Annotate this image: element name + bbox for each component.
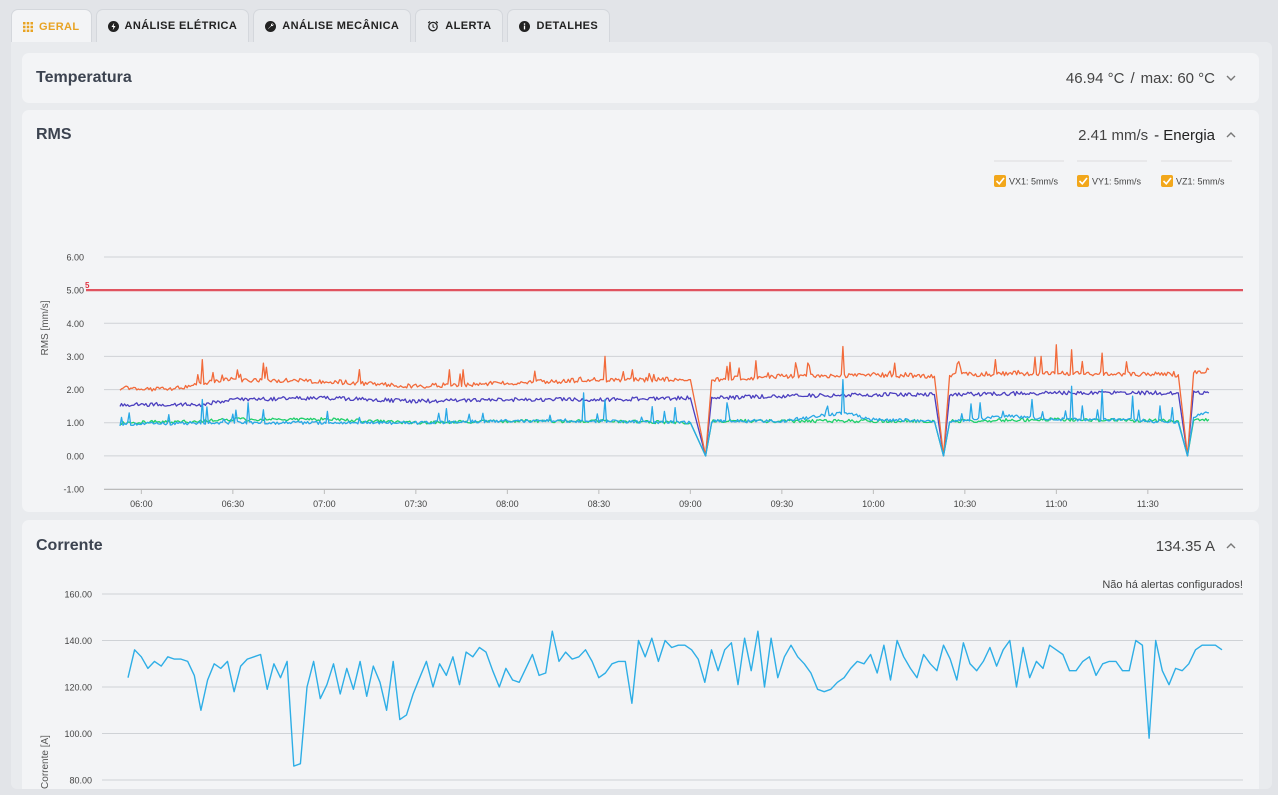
x-tick-label: 10:30: [954, 499, 977, 509]
x-tick-label: 08:00: [496, 499, 519, 509]
wrench-circle-icon: [265, 20, 277, 32]
x-tick-label: 11:00: [1045, 499, 1067, 509]
current-y-ticks: 160.00 140.00 120.00 100.00 80.00: [64, 590, 92, 786]
checkbox-label: VZ1: 5mm/s: [1176, 177, 1225, 187]
tab-alerta[interactable]: ALERTA: [415, 9, 504, 42]
current-header[interactable]: Corrente 134.35 A: [22, 520, 1259, 572]
tab-label: GERAL: [39, 20, 80, 33]
tab-label: ANÁLISE ELÉTRICA: [124, 20, 238, 32]
rms-threshold: 5: [85, 281, 1243, 292]
threshold-label: 5: [85, 281, 90, 290]
temperature-max: max: 60 °C: [1140, 69, 1215, 87]
x-tick-label: 07:00: [313, 499, 336, 509]
y-tick-label: 140.00: [64, 636, 92, 646]
grid-icon: [23, 21, 33, 32]
y-tick-label: 80.00: [69, 776, 92, 786]
tab-content-geral: Temperatura 46.94 °C / max: 60 °C RMS 2.…: [11, 42, 1272, 789]
x-tick-label: 08:30: [588, 499, 611, 509]
x-tick-label: 11:30: [1137, 499, 1159, 509]
rms-chart: VX1: 5mm/s VY1: 5mm/s VZ1: 5mm/s 6.00 5.0…: [40, 160, 1243, 509]
y-tick-label: 120.00: [64, 683, 92, 693]
rms-suffix: - Energia: [1154, 126, 1215, 144]
y-tick-label: -1.00: [63, 485, 84, 495]
x-tick-label: 09:00: [679, 499, 702, 509]
series-line-rms-z: [120, 417, 1210, 457]
tab-bar: GERAL ANÁLISE ELÉTRICA ANÁLISE MECÂNICA …: [11, 9, 611, 43]
chevron-up-icon[interactable]: [1221, 125, 1241, 145]
checkbox-vz1[interactable]: VZ1: 5mm/s: [1161, 160, 1232, 187]
rms-header[interactable]: RMS 2.41 mm/s - Energia: [22, 110, 1259, 160]
current-card: Corrente 134.35 A Não há alertas configu…: [22, 520, 1259, 789]
x-tick-label: 06:30: [222, 499, 245, 509]
y-tick-label: 6.00: [66, 253, 84, 263]
tab-analise-eletrica[interactable]: ANÁLISE ELÉTRICA: [95, 9, 250, 42]
tab-analise-mecanica[interactable]: ANÁLISE MECÂNICA: [253, 9, 412, 42]
y-tick-label: 5.00: [66, 286, 84, 296]
tab-label: DETALHES: [536, 20, 599, 32]
current-value: 134.35 A: [1155, 537, 1215, 555]
tab-geral[interactable]: GERAL: [11, 9, 92, 43]
series-line-corrente: [127, 630, 1223, 767]
x-tick-label: 09:30: [771, 499, 794, 509]
rms-x-ticks: 06:00 06:30 07:00 07:30 08:00 08:30 09:00 09:30…: [104, 489, 1243, 509]
current-series: [127, 630, 1223, 767]
rms-series: [119, 344, 1210, 457]
y-tick-label: 160.00: [64, 590, 92, 600]
current-title: Corrente: [36, 537, 103, 554]
y-tick-label: 2.00: [66, 385, 84, 395]
temperature-card: Temperatura 46.94 °C / max: 60 °C: [22, 53, 1259, 103]
chevron-up-icon[interactable]: [1221, 536, 1241, 556]
rms-checkboxes: VX1: 5mm/s VY1: 5mm/s VZ1: 5mm/s: [994, 160, 1232, 187]
rms-card: RMS 2.41 mm/s - Energia VX1: 5mm/s VY1: …: [22, 110, 1259, 512]
current-chart: Não há alertas configurados! 160.00 140.0…: [40, 579, 1243, 789]
x-tick-label: 07:30: [405, 499, 428, 509]
temperature-separator: /: [1130, 69, 1135, 87]
temperature-header[interactable]: Temperatura 46.94 °C / max: 60 °C: [22, 53, 1259, 103]
tab-label: ALERTA: [445, 20, 492, 32]
x-tick-label: 06:00: [130, 499, 153, 509]
y-tick-label: 3.00: [66, 352, 84, 362]
current-y-axis-label: Corrente [A]: [40, 735, 51, 789]
rms-grid: [104, 256, 1243, 490]
bolt-circle-icon: [107, 20, 119, 32]
temperature-title: Temperatura: [36, 69, 132, 86]
current-grid: [102, 593, 1243, 781]
y-tick-label: 100.00: [64, 729, 92, 739]
no-alerts-message: Não há alertas configurados!: [1102, 579, 1243, 591]
temperature-value: 46.94 °C: [1065, 69, 1125, 87]
y-tick-label: 0.00: [66, 451, 84, 461]
checkbox-vy1[interactable]: VY1: 5mm/s: [1077, 160, 1147, 187]
y-tick-label: 4.00: [66, 319, 84, 329]
rms-y-ticks: 6.00 5.00 4.00 3.00 2.00 1.00 0.00 -1.00: [63, 253, 84, 495]
checkbox-label: VY1: 5mm/s: [1092, 177, 1142, 187]
alarm-clock-icon: [427, 20, 439, 32]
chevron-down-icon[interactable]: [1221, 68, 1241, 88]
checkbox-label: VX1: 5mm/s: [1009, 177, 1059, 187]
rms-y-axis-label: RMS [mm/s]: [40, 300, 51, 355]
y-tick-label: 1.00: [66, 418, 84, 428]
tab-label: ANÁLISE MECÂNICA: [282, 20, 400, 32]
tab-detalhes[interactable]: DETALHES: [507, 9, 611, 42]
series-line-rms-energia: [119, 344, 1210, 457]
rms-title: RMS: [36, 126, 72, 143]
x-tick-label: 10:00: [862, 499, 885, 509]
info-circle-icon: [519, 20, 531, 32]
rms-value: 2.41 mm/s: [1078, 126, 1149, 144]
checkbox-vx1[interactable]: VX1: 5mm/s: [994, 160, 1064, 187]
